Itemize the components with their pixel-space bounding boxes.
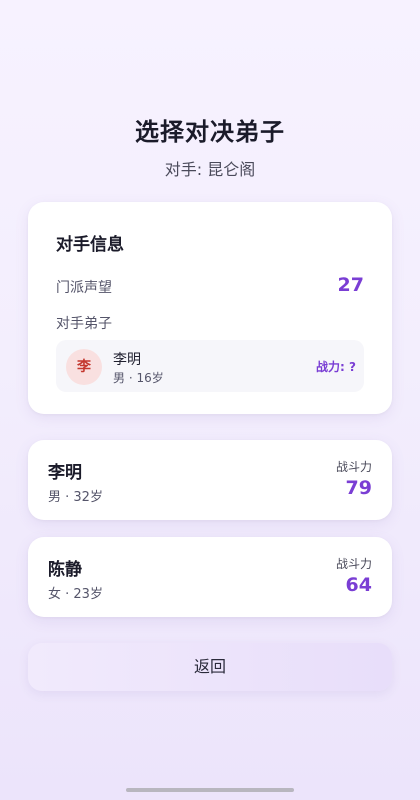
disciple-name: 李明: [48, 463, 82, 483]
disciple-power-label: 战斗力: [335, 460, 372, 474]
disciple-card-1[interactable]: 李明 男 · 32岁 战斗力 79: [28, 440, 392, 520]
disciple-card-2[interactable]: 陈静 女 · 23岁 战斗力 64: [28, 537, 392, 617]
opponent-disciple-meta: 男 · 16岁: [113, 371, 164, 385]
opponent-disciple-row: 李 李明 男 · 16岁 战力: ?: [56, 340, 364, 392]
prestige-value: 27: [337, 274, 364, 296]
opponent-subtitle: 对手: 昆仑阁: [164, 160, 256, 179]
disciple-meta: 男 · 32岁: [48, 490, 103, 505]
back-button[interactable]: 返回: [28, 643, 392, 691]
opponent-disciple-power: 战力: ?: [316, 360, 356, 374]
disciple-meta: 女 · 23岁: [48, 587, 103, 602]
prestige-label: 门派声望: [56, 280, 112, 296]
opponent-disciple-name: 李明: [113, 352, 141, 368]
disciple-power-value: 79: [345, 477, 372, 499]
opponent-info-title: 对手信息: [56, 235, 124, 255]
home-indicator[interactable]: [126, 788, 294, 792]
disciple-power-label: 战斗力: [335, 557, 372, 571]
opponent-info-card: 对手信息 门派声望 27 对手弟子 李 李明 男 · 16岁 战力: ?: [28, 202, 392, 414]
disciple-power-value: 64: [345, 574, 372, 596]
disciple-name: 陈静: [48, 560, 82, 580]
opponent-disciple-avatar: 李: [66, 349, 102, 385]
page-title: 选择对决弟子: [135, 118, 285, 146]
opponent-disciples-label: 对手弟子: [56, 316, 112, 332]
